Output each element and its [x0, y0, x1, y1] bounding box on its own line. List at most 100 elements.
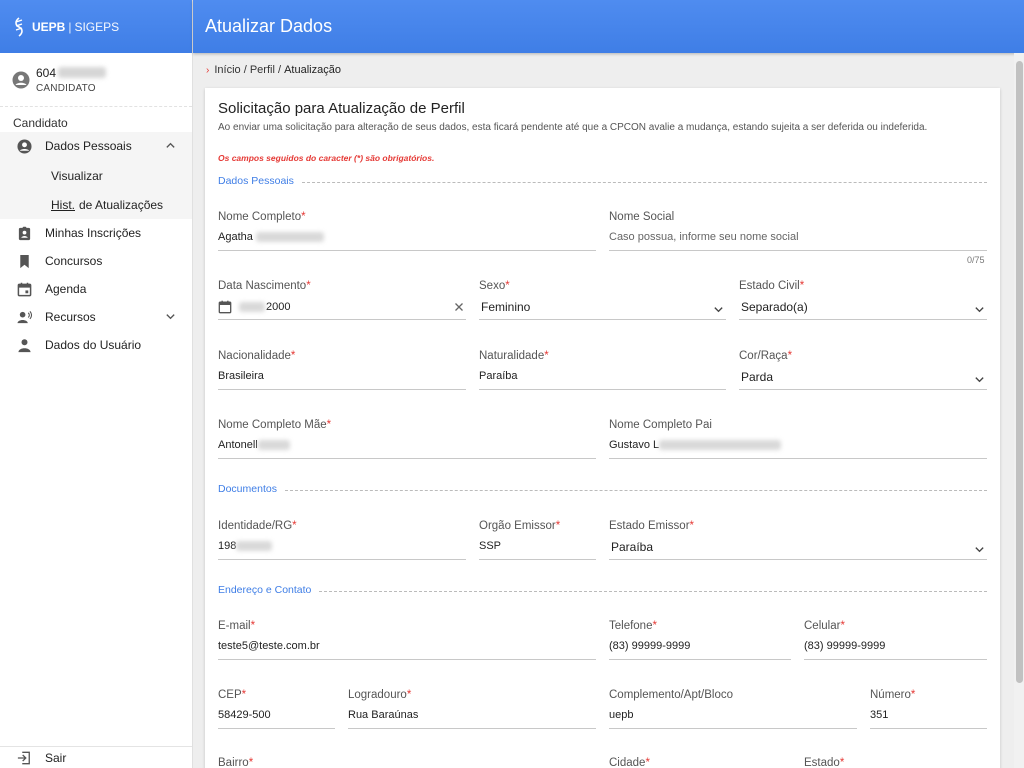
estado-field[interactable]: Estado* — [804, 757, 987, 768]
page-header: Atualizar Dados — [193, 0, 1024, 53]
chevron-down-icon — [714, 307, 723, 313]
calendar-icon[interactable] — [218, 300, 232, 314]
select-value: Parda — [741, 370, 774, 384]
bairro-field[interactable]: Bairro* — [218, 757, 596, 768]
update-profile-form: Solicitação para Atualização de Perfil A… — [205, 88, 1000, 768]
telefone-field[interactable]: Telefone* (83) 99999-9999 — [609, 620, 791, 660]
field-label: Identidade/RG — [218, 520, 293, 532]
required-mark: * — [306, 280, 311, 292]
sidebar-subitem-abbr: Hist. — [51, 198, 75, 212]
field-value: (83) 99999-9999 — [804, 640, 886, 652]
person-icon — [18, 338, 31, 352]
celular-field[interactable]: Celular* (83) 99999-9999 — [804, 620, 987, 660]
field-label: Estado — [804, 757, 840, 768]
cor-raca-select[interactable]: Cor/Raça* Parda — [739, 350, 987, 390]
field-value: Gustavo L — [609, 439, 660, 451]
scrollbar-thumb[interactable] — [1016, 61, 1023, 683]
field-value: Agatha — [218, 231, 253, 243]
field-label: CEP — [218, 689, 242, 701]
complemento-field[interactable]: Complemento/Apt/Bloco uepb — [609, 689, 857, 729]
field-label: Estado Civil — [739, 280, 800, 292]
sexo-select[interactable]: Sexo* Feminino — [479, 280, 726, 320]
select-value: Feminino — [481, 300, 531, 314]
field-label: Estado Emissor — [609, 520, 690, 532]
email-field[interactable]: E-mail* teste5@teste.com.br — [218, 620, 596, 660]
form-description: Ao enviar uma solicitação para alteração… — [218, 122, 928, 133]
assignment-ind-icon — [18, 226, 31, 240]
sidebar-subitem-historico[interactable]: Hist. de Atualizações — [0, 191, 192, 219]
page-title: Atualizar Dados — [205, 16, 333, 36]
estado-civil-select[interactable]: Estado Civil* Separado(a) — [739, 280, 987, 320]
required-mark: * — [326, 419, 332, 431]
required-mark: * — [290, 350, 296, 362]
cep-field[interactable]: CEP* 58429-500 — [218, 689, 335, 729]
required-mark: * — [292, 520, 297, 532]
field-label: E-mail — [218, 620, 251, 632]
nome-mae-field[interactable]: Nome Completo Mãe* Antonell — [218, 419, 596, 459]
sidebar-subitem-label: de Atualizações — [79, 198, 164, 212]
field-value: SSP — [479, 540, 502, 552]
nome-social-field[interactable]: Nome Social Caso possua, informe seu nom… — [609, 211, 987, 251]
sidebar-item-label: Recursos — [45, 310, 96, 324]
form-title: Solicitação para Atualização de Perfil — [218, 100, 465, 117]
sidebar-item-label: Concursos — [45, 254, 103, 268]
data-nascimento-field[interactable]: Data Nascimento* 2000 — [218, 280, 466, 320]
field-label: Nome Completo — [218, 211, 302, 223]
field-label: Bairro — [218, 757, 249, 768]
required-mark: * — [645, 757, 650, 768]
field-value: Paraíba — [479, 370, 518, 382]
chevron-down-icon — [975, 377, 984, 383]
user-info: 604 CANDIDATO — [0, 53, 192, 107]
required-mark: * — [910, 689, 916, 701]
identidade-field[interactable]: Identidade/RG* 198 — [218, 520, 466, 560]
field-value: Brasileira — [218, 370, 264, 382]
person-voice-icon — [17, 310, 32, 323]
field-label: Logradouro — [348, 689, 407, 701]
required-mark: * — [652, 620, 657, 632]
field-label: Nacionalidade — [218, 350, 291, 362]
nome-pai-field[interactable]: Nome Completo Pai Gustavo L — [609, 419, 987, 459]
select-value: Separado(a) — [741, 300, 808, 314]
section-documentos: Documentos — [218, 482, 987, 496]
sidebar-item-recursos[interactable]: Recursos — [0, 303, 192, 331]
sidebar-section-title: Candidato — [13, 116, 68, 130]
account-circle-icon — [17, 138, 32, 154]
sidebar-item-minhas-inscricoes[interactable]: Minhas Inscrições — [0, 219, 192, 247]
orgao-emissor-field[interactable]: Orgão Emissor* SSP — [479, 520, 596, 560]
chevron-up-icon — [166, 142, 175, 148]
sidebar-item-agenda[interactable]: Agenda — [0, 275, 192, 303]
brand[interactable]: UEPB | SIGEPS — [0, 0, 192, 53]
required-mark: * — [248, 757, 254, 768]
clear-icon[interactable] — [454, 302, 464, 312]
logradouro-field[interactable]: Logradouro* Rua Baraúnas — [348, 689, 596, 729]
nome-completo-field[interactable]: Nome Completo* Agatha — [218, 211, 596, 251]
field-value: Antonell — [218, 439, 258, 451]
sidebar-item-dados-usuario[interactable]: Dados do Usuário — [0, 331, 192, 359]
section-title: Dados Pessoais — [218, 175, 302, 187]
page-scrollbar[interactable] — [1014, 53, 1024, 768]
estado-emissor-select[interactable]: Estado Emissor* Paraíba — [609, 520, 987, 560]
field-label: Nome Completo Pai — [609, 419, 712, 431]
cidade-field[interactable]: Cidade* — [609, 757, 791, 768]
required-mark: * — [301, 211, 306, 223]
sidebar-item-dados-pessoais[interactable]: Dados Pessoais — [0, 132, 192, 160]
sidebar-item-label: Dados do Usuário — [45, 338, 142, 352]
naturalidade-field[interactable]: Naturalidade* Paraíba — [479, 350, 726, 390]
field-value: 58429-500 — [218, 709, 271, 721]
required-mark: * — [505, 280, 510, 292]
sidebar-subitem-visualizar[interactable]: Visualizar — [0, 160, 192, 191]
select-value: Paraíba — [611, 540, 654, 554]
numero-field[interactable]: Número* 351 — [870, 689, 987, 729]
breadcrumb-perfil[interactable]: Perfil — [250, 64, 275, 76]
field-label: Cidade — [609, 757, 646, 768]
required-mark: * — [250, 620, 256, 632]
logout-button[interactable]: Sair — [0, 746, 192, 768]
chevron-down-icon — [975, 307, 984, 313]
field-label: Sexo — [479, 280, 506, 292]
breadcrumb-current: Atualização — [284, 64, 341, 76]
required-note: Os campos seguidos do caracter (*) são o… — [218, 153, 435, 163]
sidebar-item-concursos[interactable]: Concursos — [0, 247, 192, 275]
breadcrumb-inicio[interactable]: Início — [214, 64, 240, 76]
field-value: teste5@teste.com.br — [218, 640, 320, 652]
nacionalidade-field[interactable]: Nacionalidade* Brasileira — [218, 350, 466, 390]
